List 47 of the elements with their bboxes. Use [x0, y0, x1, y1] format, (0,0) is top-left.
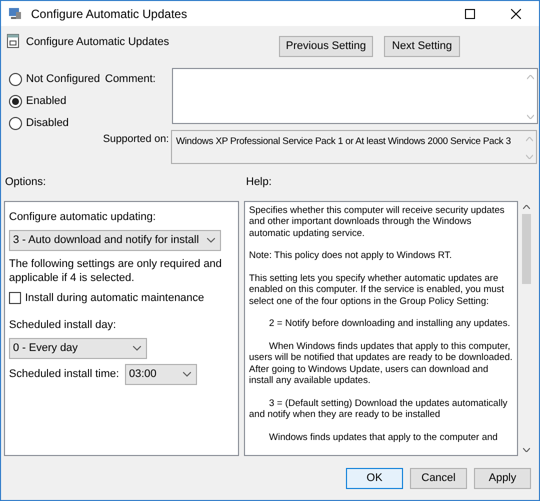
help-paragraph: Note: This policy does not apply to Windows RT.: [249, 250, 453, 262]
supported-on-text: Windows XP Professional Service Pack 1 or At least Windows 2000 Service Pack 3: [176, 136, 511, 147]
option-note: The following settings are only required and applicable if 4 is selected.: [9, 257, 223, 285]
help-paragraph: Specifies whether this computer will receive security updates and other important downloads through the Windows automatic updating service.: [249, 204, 506, 239]
radio-button[interactable]: [9, 94, 22, 108]
help-paragraph: Windows finds updates that apply to the computer and: [268, 432, 499, 443]
help-paragraph: This setting lets you specify whether automatic updates are enabled on this computer. If the service is enabled, you must select one of the four options in the Group Policy Setting:: [249, 272, 506, 307]
checkbox[interactable]: [9, 292, 21, 304]
caret-icon: [183, 372, 191, 377]
window-title: Configure Automatic Updates: [31, 6, 188, 22]
radio-label[interactable]: Disabled: [26, 114, 69, 132]
scroll-up-icon: [522, 204, 530, 208]
nav-button[interactable]: Previous Setting: [278, 36, 373, 57]
dropdown[interactable]: 0 - Every day: [9, 338, 147, 359]
help-label: Help:: [246, 175, 272, 190]
option-label: Scheduled install day:: [9, 318, 118, 332]
radio-button[interactable]: [9, 72, 22, 86]
dialog-button[interactable]: Apply: [474, 468, 531, 488]
scroll-down-icon: [522, 448, 530, 452]
help-paragraph: When Windows finds updates that apply to this computer, users will be notified that updates are ready to be downloaded. After going to Windows Update, users can download and install any available updates.: [249, 340, 513, 386]
maximize-icon: [465, 8, 475, 18]
radio-label[interactable]: Enabled: [26, 92, 66, 110]
option-label: Scheduled install time:: [9, 367, 120, 382]
close-icon: [511, 8, 521, 18]
supported-on-label: Supported on:: [103, 132, 170, 147]
dialog-button[interactable]: Cancel: [410, 468, 467, 488]
computer-icon: [8, 7, 22, 20]
nav-button[interactable]: Next Setting: [384, 36, 460, 57]
radio-button[interactable]: [9, 116, 22, 130]
scroll-arrows-icon: [526, 137, 533, 159]
scroll-thumb[interactable]: [522, 214, 530, 284]
radio-label[interactable]: Not Configured: [26, 70, 100, 88]
options-label: Options:: [5, 175, 47, 190]
help-paragraph: 2 = Notify before downloading and installing any updates.: [268, 318, 512, 330]
help-paragraph: 3 = (Default setting) Download the updates automatically and notify when they are ready to be installed: [249, 398, 508, 420]
caret-icon: [133, 346, 141, 351]
option-label: Configure automatic updating:: [9, 210, 157, 224]
checkbox-label[interactable]: Install during automatic maintenance: [25, 290, 204, 306]
caret-icon: [207, 238, 215, 243]
setting-title: Configure Automatic Updates: [26, 35, 170, 50]
comment-field[interactable]: [172, 68, 538, 124]
scroll-arrows-icon: [527, 75, 534, 119]
comment-label: Comment:: [105, 72, 157, 87]
dialog-button[interactable]: OK: [346, 468, 403, 488]
dropdown[interactable]: 3 - Auto download and notify for install: [9, 230, 221, 251]
policy-setting-icon: [7, 34, 19, 48]
dropdown[interactable]: 03:00: [125, 364, 197, 385]
